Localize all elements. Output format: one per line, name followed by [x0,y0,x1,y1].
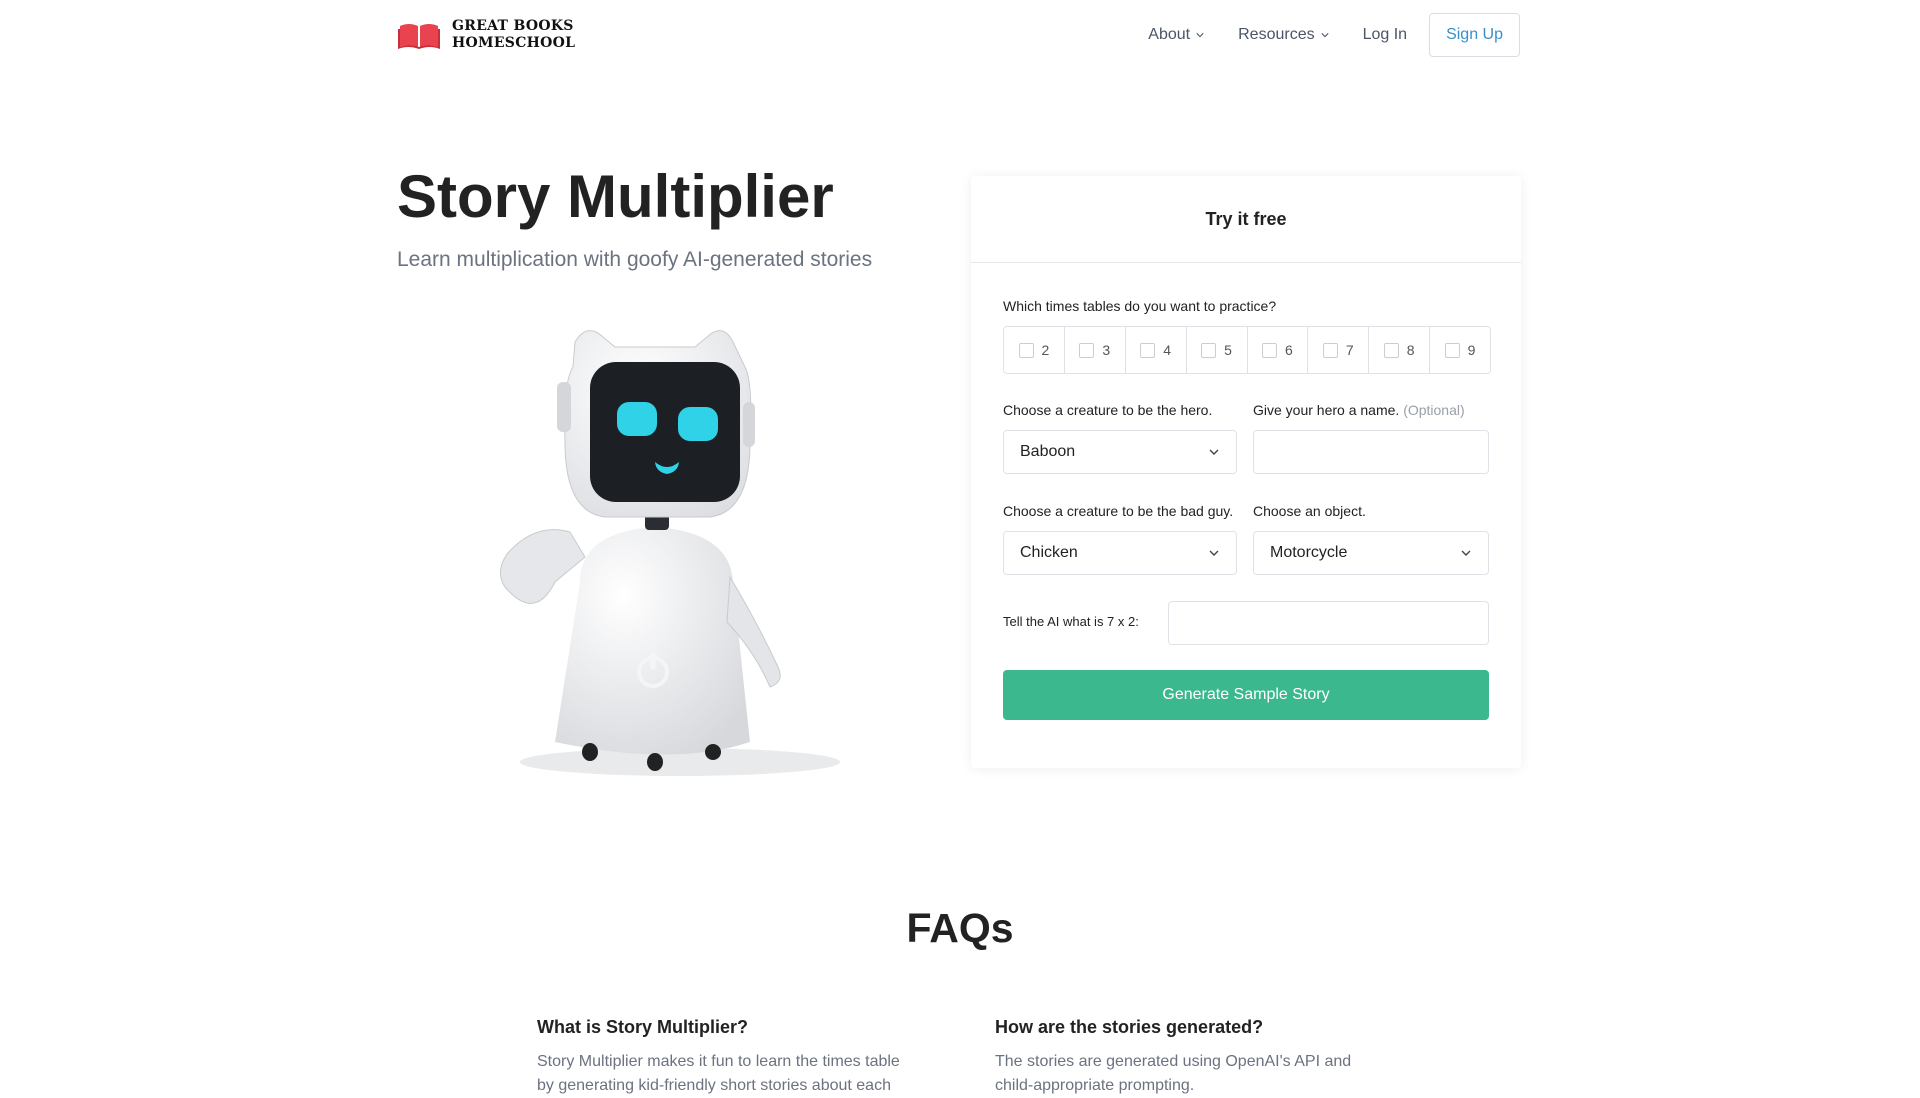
checkbox[interactable] [1018,342,1034,358]
times-table-number: 8 [1406,342,1415,358]
checkbox[interactable] [1444,342,1460,358]
checkbox[interactable] [1201,342,1217,358]
hero-creature-label: Choose a creature to be the hero. [1003,402,1213,418]
object-label: Choose an object. [1253,503,1366,519]
hero-creature-select[interactable]: Baboon [1003,430,1237,474]
robot-illustration [500,330,840,776]
times-table-option[interactable]: 2 [1004,327,1065,373]
bad-guy-select[interactable]: Chicken [1003,531,1237,575]
faq-answer: The stories are generated using OpenAI's… [995,1053,1352,1094]
checkbox[interactable] [1079,342,1095,358]
times-table-number: 2 [1041,342,1050,358]
open-book-icon [398,24,440,49]
nav-about[interactable]: About [1148,26,1204,44]
brand-logo[interactable]: GREAT BOOKS HOMESCHOOL [398,18,575,52]
hero-name-label: Give your hero a name. (Optional) [1253,402,1465,418]
tables-label: Which times tables do you want to practi… [1003,298,1277,314]
nav-about-label: About [1148,26,1191,43]
times-table-number: 3 [1102,342,1111,358]
times-table-number: 5 [1224,342,1232,358]
brand-line-2: HOMESCHOOL [452,35,576,51]
card-heading: Try it free [971,176,1521,263]
page-title: Story Multiplier [397,163,834,230]
faq-question: How are the stories generated? [995,1017,1264,1037]
checkbox[interactable] [1322,342,1338,358]
optional-hint: (Optional) [1403,402,1465,418]
faq-heading: FAQs [906,905,1014,951]
times-table-option[interactable]: 3 [1065,327,1126,373]
chevron-down-icon [1461,550,1471,556]
chevron-down-icon [1209,449,1219,455]
bad-guy-label: Choose a creature to be the bad guy. [1003,503,1234,519]
site-header: GREAT BOOKS HOMESCHOOL About Resources L… [0,0,1920,72]
times-table-number: 9 [1467,342,1476,358]
generate-story-button[interactable]: Generate Sample Story [1003,670,1489,720]
nav-resources-label: Resources [1238,26,1315,43]
checkbox[interactable] [1262,342,1278,358]
hero-creature-value: Baboon [1020,443,1076,460]
times-table-number: 7 [1345,342,1354,358]
try-it-card: Try it free Which times tables do you wa… [971,176,1521,768]
times-table-selector: 2 3 4 5 6 7 8 9 [1003,326,1491,374]
nav-resources[interactable]: Resources [1238,26,1329,44]
captcha-label: Tell the AI what is 7 x 2: [1003,614,1139,629]
chevron-down-icon [1320,33,1329,38]
times-table-number: 6 [1285,342,1293,358]
checkbox[interactable] [1383,342,1399,358]
times-table-option[interactable]: 9 [1430,327,1490,373]
checkbox[interactable] [1140,342,1156,358]
hero-name-input[interactable] [1253,430,1489,474]
times-table-option[interactable]: 4 [1126,327,1187,373]
page-subtitle: Learn multiplication with goofy AI-gener… [397,248,873,271]
object-select[interactable]: Motorcycle [1253,531,1489,575]
times-table-option[interactable]: 7 [1308,327,1370,373]
hero-name-label-text: Give your hero a name. [1253,402,1400,418]
faq-item: What is Story Multiplier? Story Multipli… [537,1017,917,1098]
faq-answer: Story Multiplier makes it fun to learn t… [537,1053,900,1094]
times-table-number: 4 [1163,342,1172,358]
object-value: Motorcycle [1270,544,1348,561]
bad-guy-value: Chicken [1020,544,1078,561]
times-table-option[interactable]: 5 [1187,327,1248,373]
signup-button[interactable]: Sign Up [1429,13,1520,57]
chevron-down-icon [1196,33,1204,38]
faq-question: What is Story Multiplier? [537,1017,749,1037]
times-table-option[interactable]: 8 [1369,327,1431,373]
faq-item: How are the stories generated? The stori… [995,1017,1375,1098]
times-table-option[interactable]: 6 [1248,327,1309,373]
brand-name: GREAT BOOKS HOMESCHOOL [452,18,575,52]
chevron-down-icon [1209,550,1219,556]
main-nav: About Resources Log In Sign Up [1114,13,1520,57]
login-link[interactable]: Log In [1363,26,1407,44]
captcha-input[interactable] [1168,601,1489,645]
brand-line-1: GREAT BOOKS [452,18,574,34]
